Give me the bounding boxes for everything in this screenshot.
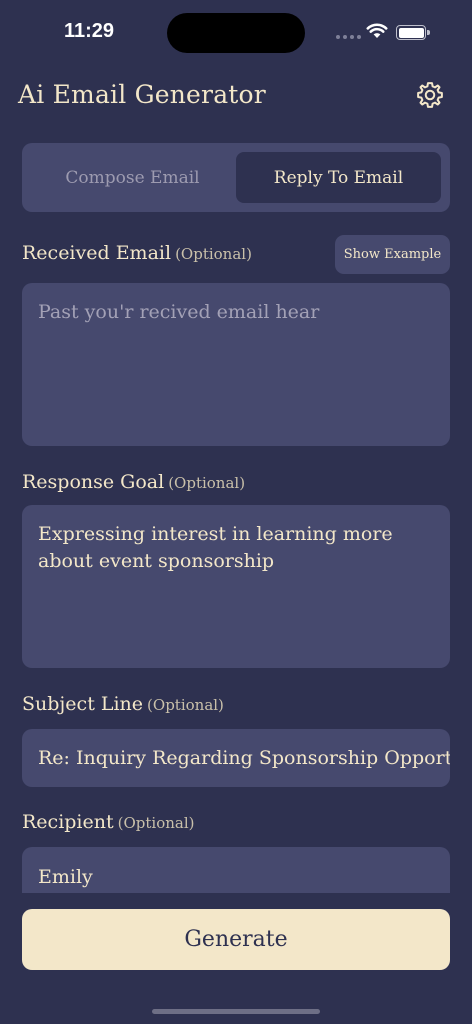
status-time: 11:29 bbox=[64, 20, 115, 42]
optional-tag: (Optional) bbox=[168, 474, 246, 492]
home-indicator bbox=[152, 1009, 320, 1014]
generate-button[interactable]: Generate bbox=[22, 909, 450, 970]
response-goal-label: Response Goal (Optional) bbox=[22, 471, 245, 493]
status-bar: 11:29 bbox=[0, 0, 472, 62]
subject-line-label: Subject Line (Optional) bbox=[22, 693, 224, 715]
tab-reply-to-email[interactable]: Reply To Email bbox=[236, 152, 441, 203]
response-goal-label-text: Response Goal bbox=[22, 471, 165, 493]
received-email-input[interactable]: Past you'r recived email hear bbox=[22, 283, 450, 446]
recipient-label: Recipient (Optional) bbox=[22, 811, 195, 833]
optional-tag: (Optional) bbox=[175, 245, 252, 263]
cellular-signal-icon bbox=[336, 35, 361, 39]
dynamic-island bbox=[167, 13, 305, 53]
mode-segmented-control: Compose Email Reply To Email bbox=[22, 143, 450, 212]
recipient-label-text: Recipient bbox=[22, 811, 114, 833]
wifi-icon bbox=[366, 23, 388, 38]
app-title: Ai Email Generator bbox=[18, 80, 266, 109]
optional-tag: (Optional) bbox=[117, 814, 195, 832]
gear-icon[interactable] bbox=[415, 80, 445, 110]
received-email-label-text: Received Email bbox=[22, 242, 172, 264]
response-goal-input[interactable]: Expressing interest in learning more abo… bbox=[22, 505, 450, 668]
optional-tag: (Optional) bbox=[147, 696, 224, 714]
subject-line-label-text: Subject Line bbox=[22, 693, 144, 715]
tab-compose-email[interactable]: Compose Email bbox=[30, 152, 235, 203]
received-email-label: Received Email (Optional) bbox=[22, 242, 252, 264]
show-example-button[interactable]: Show Example bbox=[335, 235, 450, 274]
subject-line-input[interactable]: Re: Inquiry Regarding Sponsorship Opport… bbox=[22, 729, 450, 787]
battery-icon bbox=[396, 25, 430, 40]
